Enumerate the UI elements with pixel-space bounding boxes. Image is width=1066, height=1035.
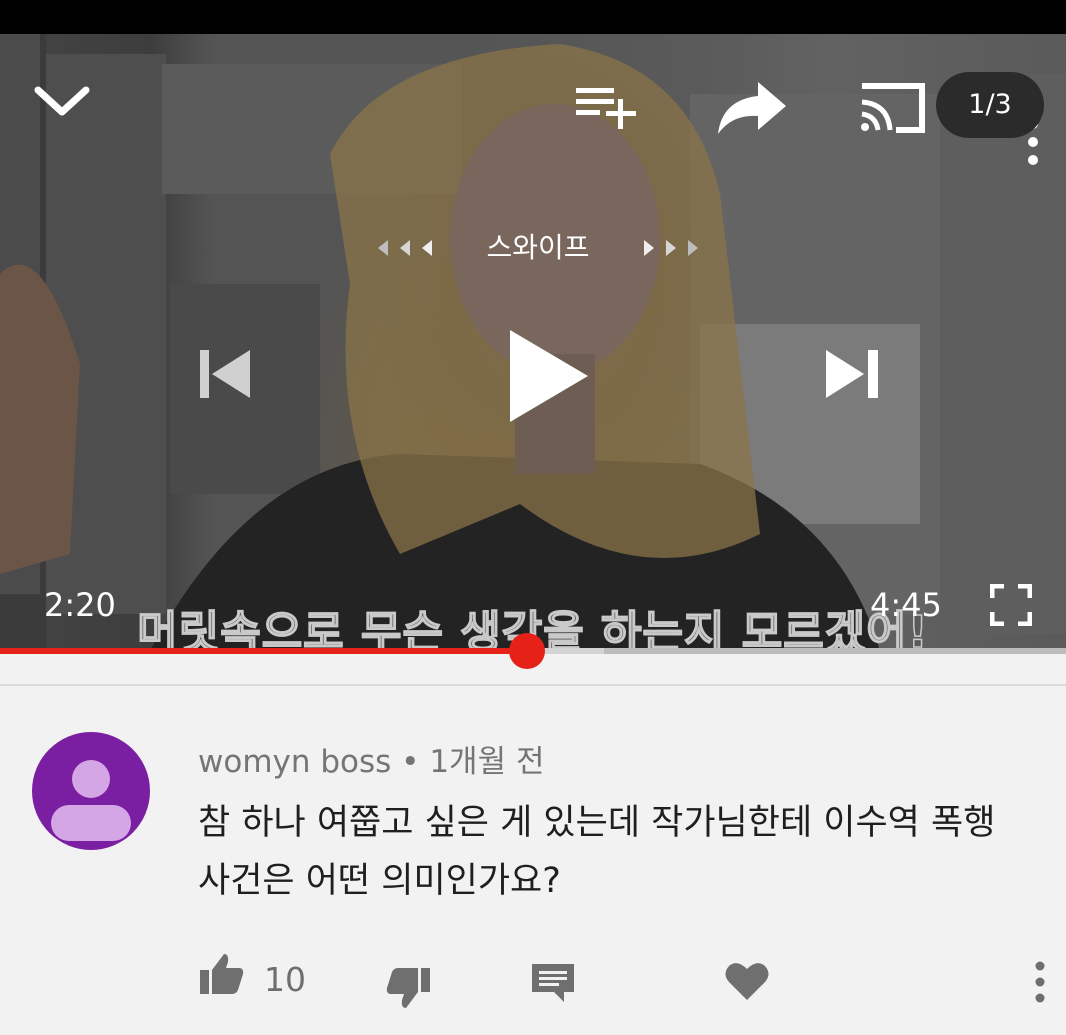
progress-bar[interactable] — [0, 633, 1066, 669]
more-vert-icon[interactable] — [1032, 960, 1048, 1004]
current-time: 2:20 — [44, 586, 116, 624]
reply-icon[interactable] — [530, 962, 576, 1004]
heart-icon[interactable] — [724, 960, 770, 1002]
chevron-down-icon[interactable] — [32, 82, 92, 122]
page-indicator: 1/3 — [936, 72, 1044, 138]
status-bar — [0, 0, 1066, 34]
divider — [0, 684, 1066, 686]
swipe-label: 스와이프 — [486, 231, 590, 264]
avatar[interactable] — [32, 732, 150, 850]
next-icon[interactable] — [822, 346, 882, 402]
duration: 4:45 — [870, 586, 942, 624]
cast-icon[interactable] — [856, 80, 928, 136]
play-icon[interactable] — [504, 326, 592, 426]
add-to-queue-icon[interactable] — [574, 84, 640, 130]
fullscreen-icon[interactable] — [990, 584, 1032, 626]
comment-text: 참 하나 여쭙고 싶은 게 있는데 작가님한테 이수역 폭행 사건은 어떤 의미… — [198, 803, 996, 901]
video-player[interactable]: 1/3 스와이프 머릿속으로 무슨 생각을 하는지 모르겠어! 2:20 4:4… — [0, 34, 1066, 651]
share-icon[interactable] — [714, 78, 790, 136]
scrubber-handle[interactable] — [508, 633, 545, 669]
swipe-hint: 스와이프 — [376, 228, 700, 268]
thumbs-down-icon[interactable] — [386, 966, 432, 1010]
swipe-left-arrows-icon — [378, 240, 432, 256]
played-bar — [0, 648, 527, 654]
thumbs-up-icon[interactable] — [198, 952, 244, 996]
comment-author[interactable]: womyn boss — [198, 744, 391, 780]
comment-meta: womyn boss • 1개월 전 — [198, 736, 544, 781]
previous-icon[interactable] — [196, 346, 254, 402]
like-count: 10 — [264, 960, 306, 999]
swipe-right-arrows-icon — [644, 240, 698, 256]
meta-separator: • — [401, 744, 420, 780]
comment-age: 1개월 전 — [429, 744, 545, 780]
